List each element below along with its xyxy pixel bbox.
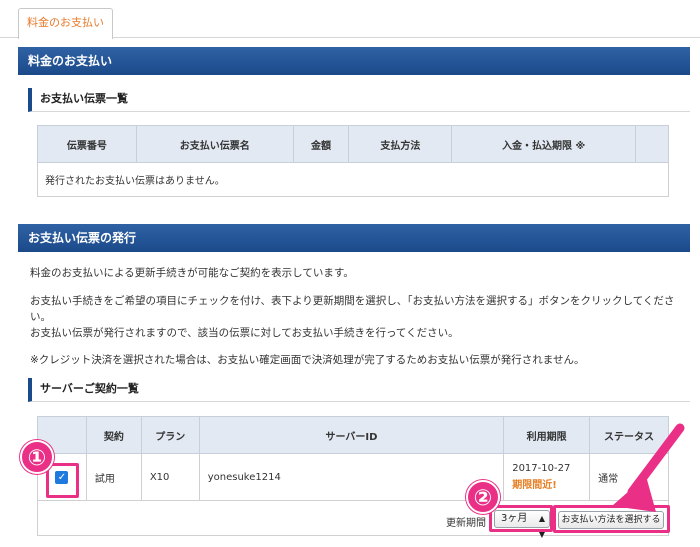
arrow-icon (612, 423, 685, 512)
